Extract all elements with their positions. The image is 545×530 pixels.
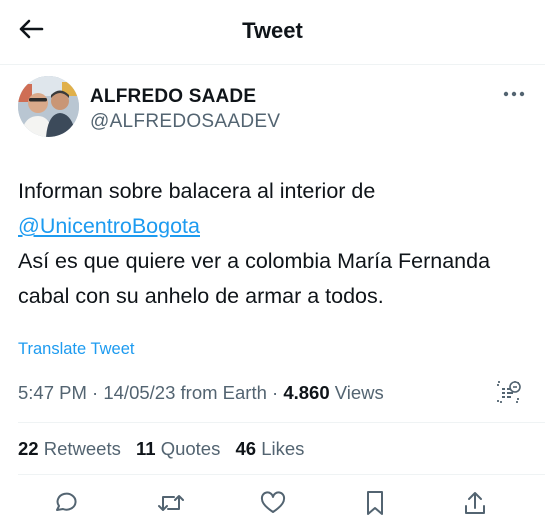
tweet-text-line: Informan sobre balacera al interior de	[18, 179, 376, 203]
tweet-text-line: cabal con su anhelo de armar a todos.	[18, 284, 384, 308]
retweet-button[interactable]	[154, 486, 188, 520]
views-label: Views	[334, 382, 384, 403]
like-icon	[260, 491, 286, 515]
tweet-source: from Earth	[180, 382, 267, 403]
tweet-text-line: Así es que quiere ver a colombia María F…	[18, 249, 491, 273]
tweet-meta: 5:47 PM · 14/05/23 from Earth · 4.860 Vi…	[18, 382, 384, 404]
meta-separator: ·	[272, 382, 279, 403]
divider	[18, 474, 545, 475]
header-divider	[0, 64, 545, 65]
retweet-icon	[157, 490, 185, 516]
tweet-text: Informan sobre balacera al interior de @…	[18, 174, 533, 314]
bookmark-icon	[365, 490, 385, 516]
tweet-date: 14/05/23	[103, 382, 176, 403]
views-count: 4.860	[283, 382, 330, 403]
tweet-detail-screen: Tweet ALFREDO SAADE @ALFREDOSAADEV Infor…	[0, 0, 545, 530]
meta-separator: ·	[92, 382, 99, 403]
like-button[interactable]	[256, 486, 290, 520]
avatar[interactable]	[18, 76, 79, 137]
action-bar	[0, 486, 545, 526]
tweet-stats: 22 Retweets 11 Quotes 46 Likes	[18, 438, 314, 460]
translate-tweet-link[interactable]: Translate Tweet	[18, 340, 134, 359]
likes-stat[interactable]: 46 Likes	[235, 438, 304, 459]
quotes-stat[interactable]: 11 Quotes	[136, 438, 220, 459]
more-horizontal-icon	[503, 91, 525, 97]
tweet-time: 5:47 PM	[18, 382, 87, 403]
mention-link[interactable]: @UnicentroBogota	[18, 214, 200, 238]
reply-button[interactable]	[48, 486, 82, 520]
author-handle[interactable]: @ALFREDOSAADEV	[90, 111, 280, 133]
author-name[interactable]: ALFREDO SAADE	[90, 86, 256, 108]
reply-icon	[52, 490, 78, 516]
more-options-button[interactable]	[500, 84, 528, 104]
share-icon	[463, 490, 487, 516]
analytics-button[interactable]	[494, 378, 522, 408]
divider	[18, 422, 545, 423]
retweets-stat[interactable]: 22 Retweets	[18, 438, 121, 459]
page-title: Tweet	[242, 18, 303, 43]
view-activity-icon	[494, 378, 522, 408]
share-button[interactable]	[458, 486, 492, 520]
bookmark-button[interactable]	[358, 486, 392, 520]
